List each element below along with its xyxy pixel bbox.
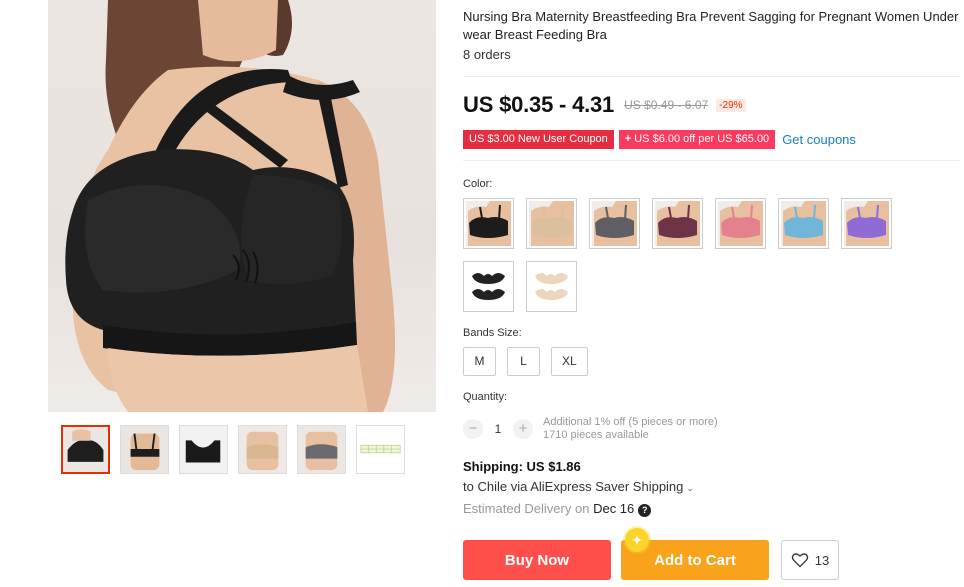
new-user-coupon[interactable]: US $3.00 New User Coupon	[463, 130, 614, 149]
quantity-stepper: − 1 + Additional 1% off (5 pieces or mor…	[463, 416, 718, 442]
swatch-image	[844, 201, 889, 246]
price-row: US $0.35 - 4.31 US $0.49 - 6.07 -29%	[463, 92, 746, 118]
coupon-row: US $3.00 New User Coupon + US $6.00 off p…	[463, 130, 856, 149]
thumbnail-6-size-chart[interactable]	[356, 425, 405, 474]
divider	[463, 160, 960, 161]
thumbnail-strip	[61, 425, 405, 474]
main-product-image[interactable]	[48, 0, 436, 412]
product-title: Nursing Bra Maternity Breastfeeding Bra …	[463, 9, 959, 42]
quantity-decrement-button[interactable]: −	[463, 419, 483, 439]
shipping-method-text: to Chile via AliExpress Saver Shipping	[463, 479, 684, 494]
heart-icon	[791, 553, 808, 568]
delivery-prefix: Estimated Delivery on	[463, 501, 590, 516]
quantity-input[interactable]: 1	[483, 422, 513, 436]
stock-available: 1710 pieces available	[543, 429, 649, 441]
color-swatch-purple[interactable]	[841, 198, 892, 249]
thumbnail-4[interactable]	[238, 425, 287, 474]
wishlist-count: 13	[814, 552, 830, 568]
color-swatches	[463, 198, 933, 312]
add-to-cart-label: Add to Cart	[654, 551, 736, 569]
quantity-label: Quantity:	[463, 391, 508, 403]
divider	[463, 76, 960, 77]
shipping-cost: Shipping: US $1.86	[463, 459, 581, 474]
color-swatch-sky-blue[interactable]	[778, 198, 829, 249]
color-swatch-beige[interactable]	[526, 198, 577, 249]
thumbnail-3[interactable]	[179, 425, 228, 474]
action-buttons: Buy Now ✦ Add to Cart 13	[463, 528, 839, 580]
swatch-image	[781, 201, 826, 246]
swatch-image	[466, 264, 511, 309]
discount-badge: -29%	[716, 98, 746, 112]
wishlist-button[interactable]: 13	[781, 540, 839, 580]
color-label: Color:	[463, 178, 493, 190]
add-to-cart-button[interactable]: ✦ Add to Cart	[621, 528, 769, 580]
thumbnail-5[interactable]	[297, 425, 346, 474]
estimated-delivery: Estimated Delivery on Dec 16?	[463, 501, 652, 517]
size-option-l[interactable]: L	[507, 347, 540, 376]
color-swatch-beige-pads[interactable]	[526, 261, 577, 312]
swatch-image	[655, 201, 700, 246]
delivery-date: Dec 16	[593, 501, 635, 516]
store-coupon[interactable]: + US $6.00 off per US $65.00	[618, 130, 776, 149]
swatch-image	[592, 201, 637, 246]
quantity-notes: Additional 1% off (5 pieces or more) 171…	[543, 416, 718, 442]
color-swatch-wine[interactable]	[652, 198, 703, 249]
thumbnail-1[interactable]	[61, 425, 110, 474]
order-count: 8 orders	[463, 47, 511, 62]
chevron-down-icon: ⌄	[686, 483, 694, 493]
swatch-image	[529, 264, 574, 309]
swatch-image	[718, 201, 763, 246]
get-coupons-link[interactable]: Get coupons	[782, 132, 856, 147]
thumbnail-2[interactable]	[120, 425, 169, 474]
size-options: M L XL	[463, 347, 588, 376]
color-swatch-gray[interactable]	[589, 198, 640, 249]
plus-icon: +	[624, 133, 632, 145]
size-option-m[interactable]: M	[463, 347, 496, 376]
color-swatch-black-pads[interactable]	[463, 261, 514, 312]
help-icon[interactable]: ?	[638, 504, 652, 517]
size-option-xl[interactable]: XL	[551, 347, 588, 376]
shipping-method-selector[interactable]: to Chile via AliExpress Saver Shipping ⌄	[463, 479, 694, 494]
swatch-image	[466, 201, 511, 246]
buy-now-button[interactable]: Buy Now	[463, 540, 611, 580]
current-price: US $0.35 - 4.31	[463, 92, 615, 117]
bulk-discount-note: Additional 1% off (5 pieces or more)	[543, 416, 718, 428]
quantity-increment-button[interactable]: +	[513, 419, 533, 439]
original-price: US $0.49 - 6.07	[624, 98, 709, 112]
store-coupon-label: US $6.00 off per US $65.00	[634, 133, 770, 145]
color-swatch-black[interactable]	[463, 198, 514, 249]
color-swatch-pink[interactable]	[715, 198, 766, 249]
product-photo-illustration	[65, 0, 396, 412]
bands-size-label: Bands Size:	[463, 327, 522, 339]
swatch-image	[529, 201, 574, 246]
sparkle-icon: ✦	[625, 528, 649, 552]
